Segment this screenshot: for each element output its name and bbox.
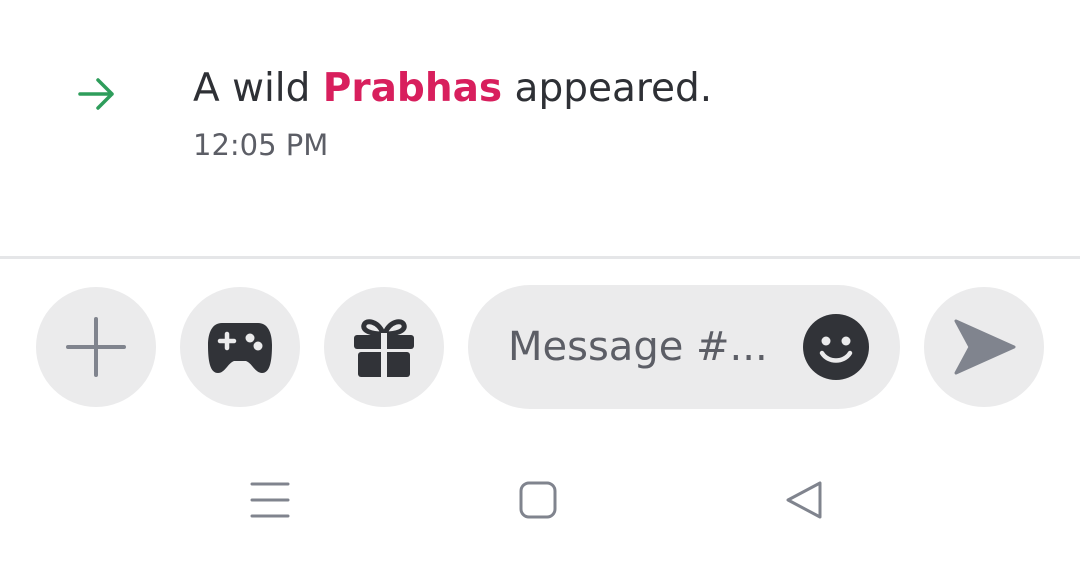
join-message-suffix: appeared. [502, 66, 713, 111]
join-message: A wild Prabhas appeared. [193, 62, 712, 116]
join-message-prefix: A wild [193, 66, 323, 111]
message-input[interactable]: Message #... [468, 285, 900, 409]
message-timestamp: 12:05 PM [193, 128, 329, 162]
menu-icon[interactable] [250, 480, 290, 520]
username-link[interactable]: Prabhas [323, 66, 502, 111]
composer-divider [0, 256, 1080, 259]
add-attachment-button[interactable] [36, 287, 156, 407]
send-icon [954, 319, 1016, 375]
gift-button[interactable] [324, 287, 444, 407]
activities-button[interactable] [180, 287, 300, 407]
message-input-placeholder: Message #... [508, 324, 768, 370]
gift-icon [354, 319, 414, 379]
arrow-right-icon [78, 78, 114, 110]
back-icon[interactable] [784, 480, 824, 520]
plus-icon [66, 317, 126, 377]
emoji-icon[interactable] [802, 313, 870, 381]
home-icon[interactable] [518, 480, 558, 520]
gamepad-icon [208, 323, 272, 373]
send-button[interactable] [924, 287, 1044, 407]
